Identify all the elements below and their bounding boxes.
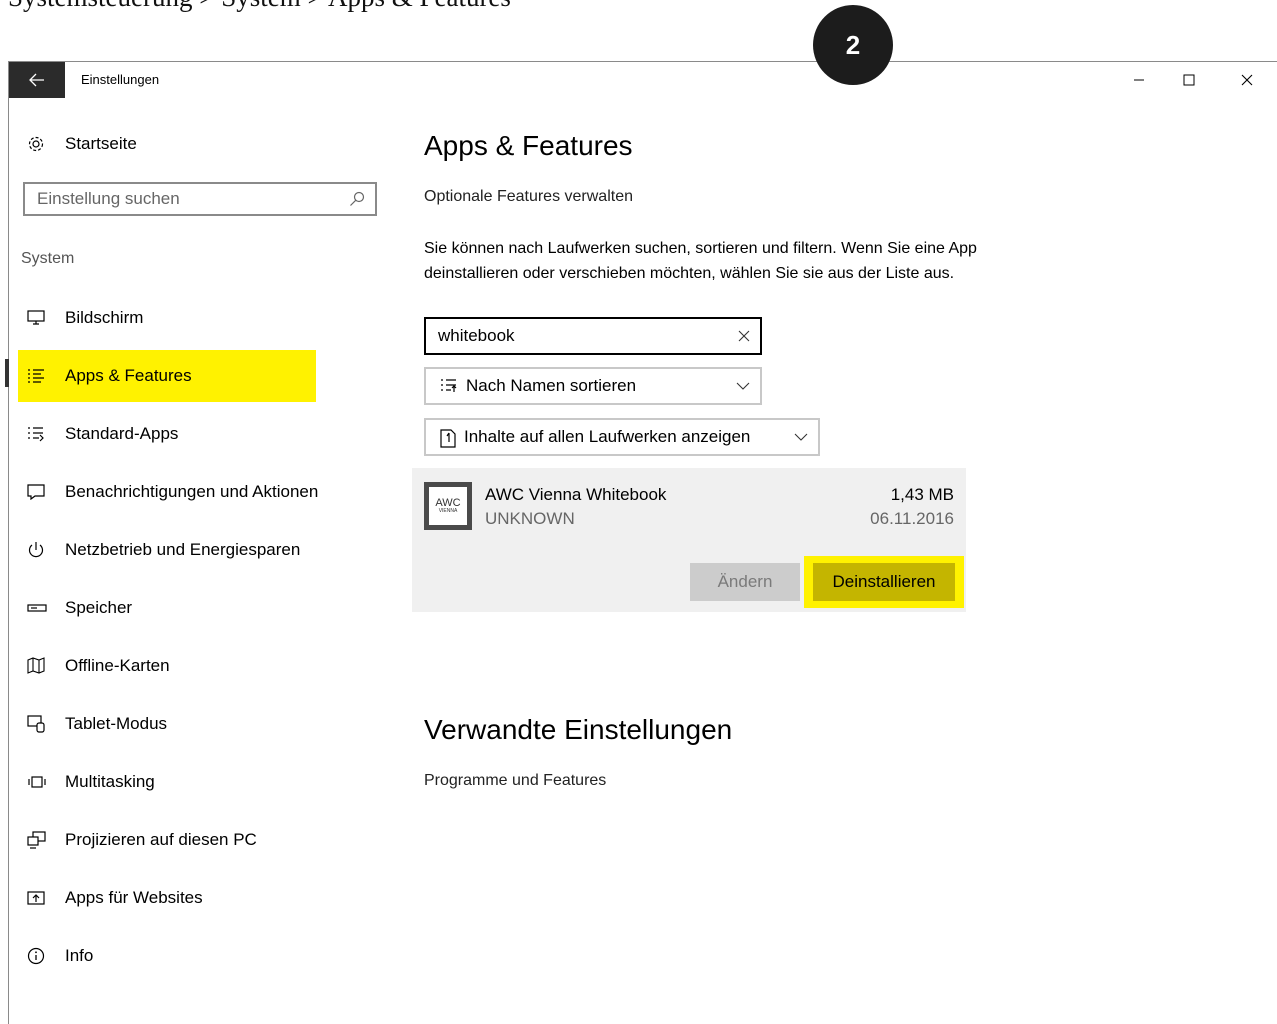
optional-features-link[interactable]: Optionale Features verwalten bbox=[424, 188, 633, 206]
sidebar-item-label: Netzbetrieb und Energiesparen bbox=[65, 540, 301, 559]
maximize-button[interactable] bbox=[1159, 62, 1219, 98]
sidebar-item-notifications[interactable]: Benachrichtigungen und Aktionen bbox=[9, 466, 319, 518]
sidebar-item-storage[interactable]: Speicher bbox=[9, 582, 319, 634]
tablet-icon bbox=[27, 715, 59, 733]
sidebar-item-apps-features[interactable]: Apps & Features bbox=[18, 350, 316, 402]
sidebar-item-label: Info bbox=[65, 946, 94, 965]
project-icon bbox=[27, 831, 59, 849]
related-settings-title: Verwandte Einstellungen bbox=[424, 714, 733, 745]
sidebar-item-label: Tablet-Modus bbox=[65, 714, 168, 733]
change-button[interactable]: Ändern bbox=[690, 563, 800, 601]
sidebar-item-label: Apps für Websites bbox=[65, 888, 203, 907]
description-text: Sie können nach Laufwerken suchen, sorti… bbox=[424, 240, 977, 282]
minimize-icon bbox=[1134, 79, 1144, 81]
app-search-value: whitebook bbox=[438, 326, 515, 345]
sidebar-item-power[interactable]: Netzbetrieb und Energiesparen bbox=[9, 524, 319, 576]
settings-window: Einstellungen Startseite Einstellung suc… bbox=[5, 61, 1277, 1024]
default-apps-icon bbox=[27, 426, 59, 442]
sidebar-home[interactable]: Startseite bbox=[9, 118, 319, 170]
sidebar-item-apps-websites[interactable]: Apps für Websites bbox=[9, 872, 319, 924]
sidebar-item-info[interactable]: Info bbox=[9, 930, 319, 982]
storage-icon bbox=[27, 603, 59, 613]
title-bar: Einstellungen bbox=[9, 62, 1277, 98]
info-icon bbox=[27, 947, 59, 965]
sidebar-item-tablet-mode[interactable]: Tablet-Modus bbox=[9, 698, 319, 750]
drive-filter-dropdown[interactable]: Inhalte auf allen Laufwerken anzeigen bbox=[424, 418, 820, 456]
chevron-down-icon bbox=[736, 382, 750, 390]
power-icon bbox=[27, 541, 59, 559]
sidebar-item-label: Standard-Apps bbox=[65, 424, 179, 443]
sidebar-home-label: Startseite bbox=[65, 134, 137, 153]
sidebar-item-label: Benachrichtigungen und Aktionen bbox=[65, 482, 319, 501]
close-icon bbox=[1241, 74, 1253, 86]
sidebar-item-label: Projizieren auf diesen PC bbox=[65, 830, 257, 849]
sort-label: Nach Namen sortieren bbox=[466, 376, 637, 395]
app-size: 1,43 MB bbox=[890, 485, 954, 504]
page-title: Apps & Features bbox=[424, 130, 633, 161]
app-publisher: UNKNOWN bbox=[485, 509, 575, 528]
sidebar-item-offline-maps[interactable]: Offline-Karten bbox=[9, 640, 319, 692]
website-icon bbox=[27, 890, 59, 906]
app-logo-subtext: VIENNA bbox=[438, 508, 458, 514]
maximize-icon bbox=[1183, 74, 1195, 86]
sidebar-item-multitasking[interactable]: Multitasking bbox=[9, 756, 319, 808]
apps-list-icon bbox=[27, 368, 59, 384]
drive-icon bbox=[440, 429, 456, 448]
map-icon bbox=[27, 657, 59, 675]
sidebar-item-label: Apps & Features bbox=[65, 366, 192, 385]
page-caption: Systemsteuerung > System > Apps & Featur… bbox=[8, 0, 511, 13]
back-arrow-icon bbox=[29, 73, 44, 87]
uninstall-button[interactable]: Deinstallieren bbox=[813, 563, 955, 601]
close-button[interactable] bbox=[1217, 62, 1277, 98]
chevron-down-icon bbox=[794, 433, 808, 441]
sidebar-item-label: Offline-Karten bbox=[65, 656, 170, 675]
step-badge: 2 bbox=[813, 5, 893, 85]
app-list-item[interactable]: AWC VIENNA AWC Vienna Whitebook UNKNOWN … bbox=[412, 468, 966, 612]
app-search-input[interactable]: whitebook bbox=[424, 317, 762, 355]
settings-search-placeholder: Einstellung suchen bbox=[37, 189, 180, 208]
clear-icon bbox=[738, 330, 750, 342]
back-button[interactable] bbox=[9, 62, 65, 98]
active-indicator bbox=[5, 359, 9, 387]
sidebar-item-display[interactable]: Bildschirm bbox=[9, 292, 319, 344]
sidebar-item-default-apps[interactable]: Standard-Apps bbox=[9, 408, 319, 460]
monitor-icon bbox=[27, 310, 59, 326]
notification-icon bbox=[27, 484, 59, 500]
app-name: AWC Vienna Whitebook bbox=[485, 485, 667, 504]
multitasking-icon bbox=[27, 775, 59, 789]
app-date: 06.11.2016 bbox=[870, 509, 954, 528]
programs-features-link[interactable]: Programme und Features bbox=[424, 772, 606, 790]
settings-search-input[interactable]: Einstellung suchen bbox=[23, 182, 377, 216]
sort-dropdown[interactable]: Nach Namen sortieren bbox=[424, 367, 762, 405]
app-logo: AWC VIENNA bbox=[424, 482, 472, 530]
sidebar-item-label: Bildschirm bbox=[65, 308, 144, 327]
sidebar-item-label: Multitasking bbox=[65, 772, 155, 791]
window-title: Einstellungen bbox=[81, 72, 160, 87]
sidebar-item-project[interactable]: Projizieren auf diesen PC bbox=[9, 814, 319, 866]
sidebar-item-label: Speicher bbox=[65, 598, 133, 617]
sort-icon bbox=[441, 379, 457, 392]
search-icon bbox=[350, 191, 365, 206]
gear-icon bbox=[27, 135, 59, 153]
drive-filter-label: Inhalte auf allen Laufwerken anzeigen bbox=[464, 427, 751, 446]
sidebar-section-title: System bbox=[21, 250, 75, 267]
